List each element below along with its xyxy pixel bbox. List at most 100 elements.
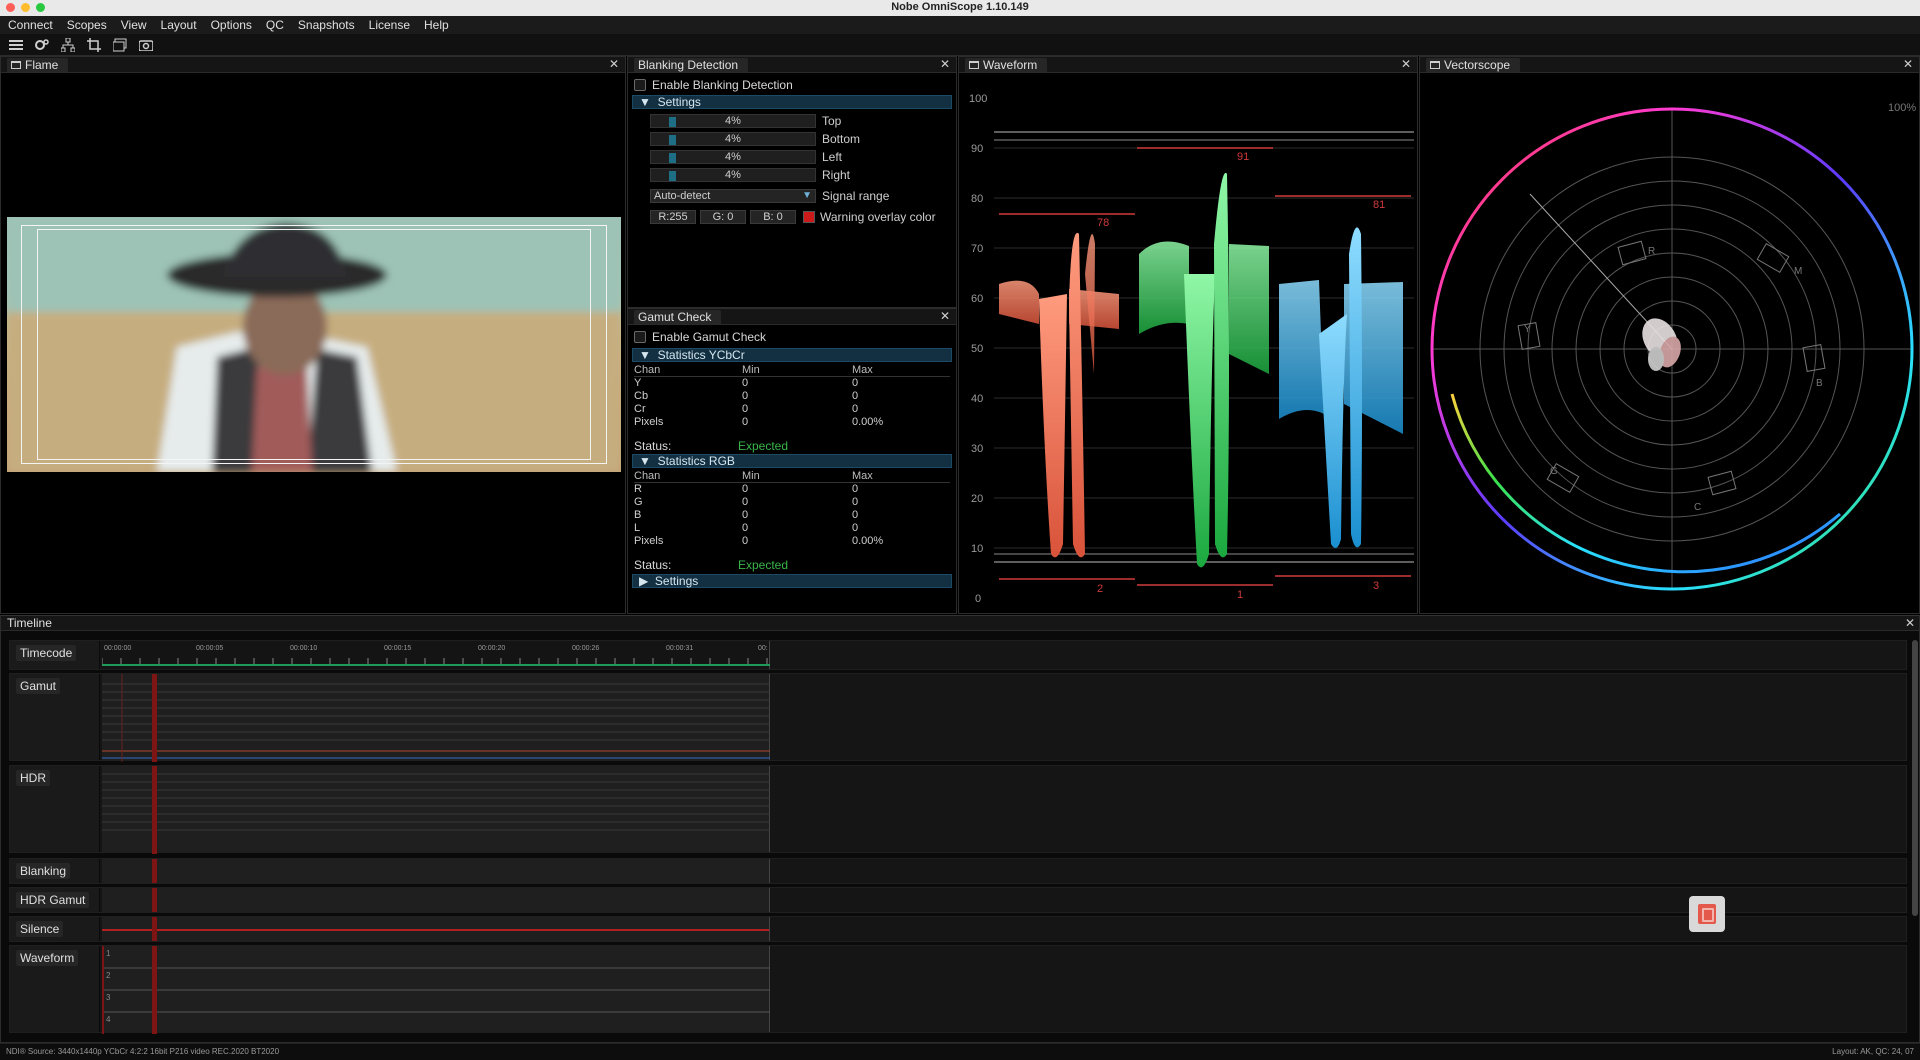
- top-slider[interactable]: 4%: [650, 114, 816, 128]
- close-icon[interactable]: ✕: [1905, 616, 1915, 631]
- playhead[interactable]: [152, 859, 157, 883]
- bottom-slider[interactable]: 4%: [650, 132, 816, 146]
- settings-gear-icon[interactable]: [34, 37, 50, 53]
- menu-options[interactable]: Options: [211, 18, 252, 32]
- silence-track-area[interactable]: [102, 917, 770, 941]
- header-chan: Chan: [634, 364, 661, 376]
- right-slider-value: 4%: [725, 169, 741, 181]
- timeline-scrollbar[interactable]: [1912, 640, 1918, 916]
- menu-qc[interactable]: QC: [266, 18, 284, 32]
- blanking-overlay-inner: [37, 229, 591, 460]
- triangle-down-icon: ▼: [639, 95, 651, 109]
- color-g-field[interactable]: G: 0: [700, 210, 746, 224]
- color-r-field[interactable]: R:255: [650, 210, 696, 224]
- track-label-container: Timecode: [10, 641, 100, 669]
- track-label-container: HDR: [10, 766, 100, 852]
- menu-view[interactable]: View: [121, 18, 147, 32]
- enable-blanking-row[interactable]: Enable Blanking Detection: [634, 77, 950, 93]
- hdr-track-area[interactable]: [102, 766, 770, 854]
- cell: 0: [742, 483, 749, 495]
- right-slider[interactable]: 4%: [650, 168, 816, 182]
- enable-gamut-checkbox[interactable]: [634, 331, 646, 343]
- layers-icon[interactable]: [112, 37, 128, 53]
- cell: 0: [852, 403, 859, 415]
- track-label-silence: Silence: [16, 921, 64, 937]
- signal-range-dropdown[interactable]: Auto-detect ▼: [650, 189, 816, 203]
- menu-scopes[interactable]: Scopes: [67, 18, 107, 32]
- table-row: G 0 0: [634, 496, 950, 509]
- close-icon[interactable]: ✕: [940, 57, 950, 72]
- table-row: B 0 0: [634, 509, 950, 522]
- vectorscope-panel-header: Vectorscope ✕: [1420, 57, 1919, 73]
- flame-panel-header: Flame ✕: [1, 57, 625, 73]
- menu-snapshots[interactable]: Snapshots: [298, 18, 355, 32]
- close-icon[interactable]: ✕: [940, 309, 950, 324]
- cell: 0: [852, 496, 859, 508]
- gamut-track-graphic: [102, 674, 770, 762]
- cell: 0: [852, 377, 859, 389]
- silence-indicator: [102, 929, 769, 931]
- statistics-ycbcr-header[interactable]: ▼ Statistics YCbCr: [632, 348, 952, 362]
- scale-label: 50: [971, 343, 983, 355]
- top-slider-value: 4%: [725, 115, 741, 127]
- blanking-settings-header[interactable]: ▼ Settings: [632, 95, 952, 109]
- track-label-container: Waveform: [10, 946, 100, 1032]
- cell: Cr: [634, 403, 646, 415]
- header-min: Min: [742, 470, 760, 482]
- triangle-down-icon: ▼: [639, 454, 651, 468]
- flame-panel: Flame ✕: [0, 56, 626, 614]
- statistics-rgb-header[interactable]: ▼ Statistics RGB: [632, 454, 952, 468]
- menu-license[interactable]: License: [369, 18, 410, 32]
- cell: Y: [634, 377, 642, 389]
- left-slider[interactable]: 4%: [650, 150, 816, 164]
- hierarchy-icon[interactable]: [60, 37, 76, 53]
- timecode-ruler[interactable]: 00:00:00 00:00:05 00:00:10 00:00:15 00:0…: [101, 641, 770, 669]
- hdr-gamut-track-area[interactable]: [102, 888, 770, 912]
- menu-connect[interactable]: Connect: [8, 18, 53, 32]
- warning-color-swatch[interactable]: [803, 211, 815, 223]
- crop-icon[interactable]: [86, 37, 102, 53]
- track-label-container: HDR Gamut: [10, 888, 100, 912]
- close-icon[interactable]: ✕: [1903, 57, 1913, 72]
- vectorscope-trace: [1642, 318, 1681, 371]
- statistics-ycbcr-label: Statistics YCbCr: [657, 348, 745, 362]
- tab-vectorscope[interactable]: Vectorscope: [1426, 58, 1521, 72]
- tab-blanking-detection[interactable]: Blanking Detection: [634, 58, 749, 72]
- playhead[interactable]: [152, 917, 157, 941]
- ycbcr-table: Chan Min Max Y00 Cb 0 0 Cr 0 0 Pixels 0 0.00%: [634, 364, 950, 429]
- blanking-settings-label: Settings: [657, 95, 701, 109]
- close-icon[interactable]: ✕: [1401, 57, 1411, 72]
- gamut-settings-header[interactable]: ▶ Settings: [632, 574, 952, 588]
- timecode-label: 00:00:00: [104, 645, 131, 652]
- triangle-down-icon: ▼: [639, 348, 651, 362]
- enable-gamut-row[interactable]: Enable Gamut Check: [634, 329, 950, 345]
- cell: 0: [852, 390, 859, 402]
- blanking-track-area[interactable]: [102, 859, 770, 883]
- timecode-label: 00:00:20: [478, 645, 505, 652]
- gamut-track-area[interactable]: [102, 674, 770, 762]
- menu-help[interactable]: Help: [424, 18, 449, 32]
- scale-label: 20: [971, 493, 983, 505]
- list-icon[interactable]: [8, 37, 24, 53]
- table-row: Cb 0 0: [634, 390, 950, 403]
- flame-tab-label: Flame: [25, 58, 59, 72]
- camera-icon[interactable]: [138, 37, 154, 53]
- track-label-blanking: Blanking: [16, 863, 71, 879]
- bottom-slider-label: Bottom: [822, 132, 861, 146]
- track-label-container: Silence: [10, 917, 100, 941]
- tab-gamut-check[interactable]: Gamut Check: [634, 310, 722, 324]
- scale-label: 60: [971, 293, 983, 305]
- red-channel-trace: [999, 232, 1119, 558]
- menu-layout[interactable]: Layout: [161, 18, 197, 32]
- floating-app-icon[interactable]: [1689, 896, 1725, 932]
- waveform-track-area[interactable]: 1 2 3 4: [102, 946, 770, 1034]
- waveform-panel: Waveform ✕ 100 90 80 70 60 50 40 30 20 1…: [958, 56, 1418, 614]
- close-icon[interactable]: ✕: [609, 57, 619, 72]
- tab-flame[interactable]: Flame: [7, 58, 69, 72]
- zoom-label: 100%: [1888, 102, 1916, 114]
- enable-blanking-checkbox[interactable]: [634, 79, 646, 91]
- track-label-gamut: Gamut: [16, 678, 61, 694]
- playhead[interactable]: [152, 888, 157, 912]
- color-b-field[interactable]: B: 0: [750, 210, 796, 224]
- tab-waveform[interactable]: Waveform: [965, 58, 1048, 72]
